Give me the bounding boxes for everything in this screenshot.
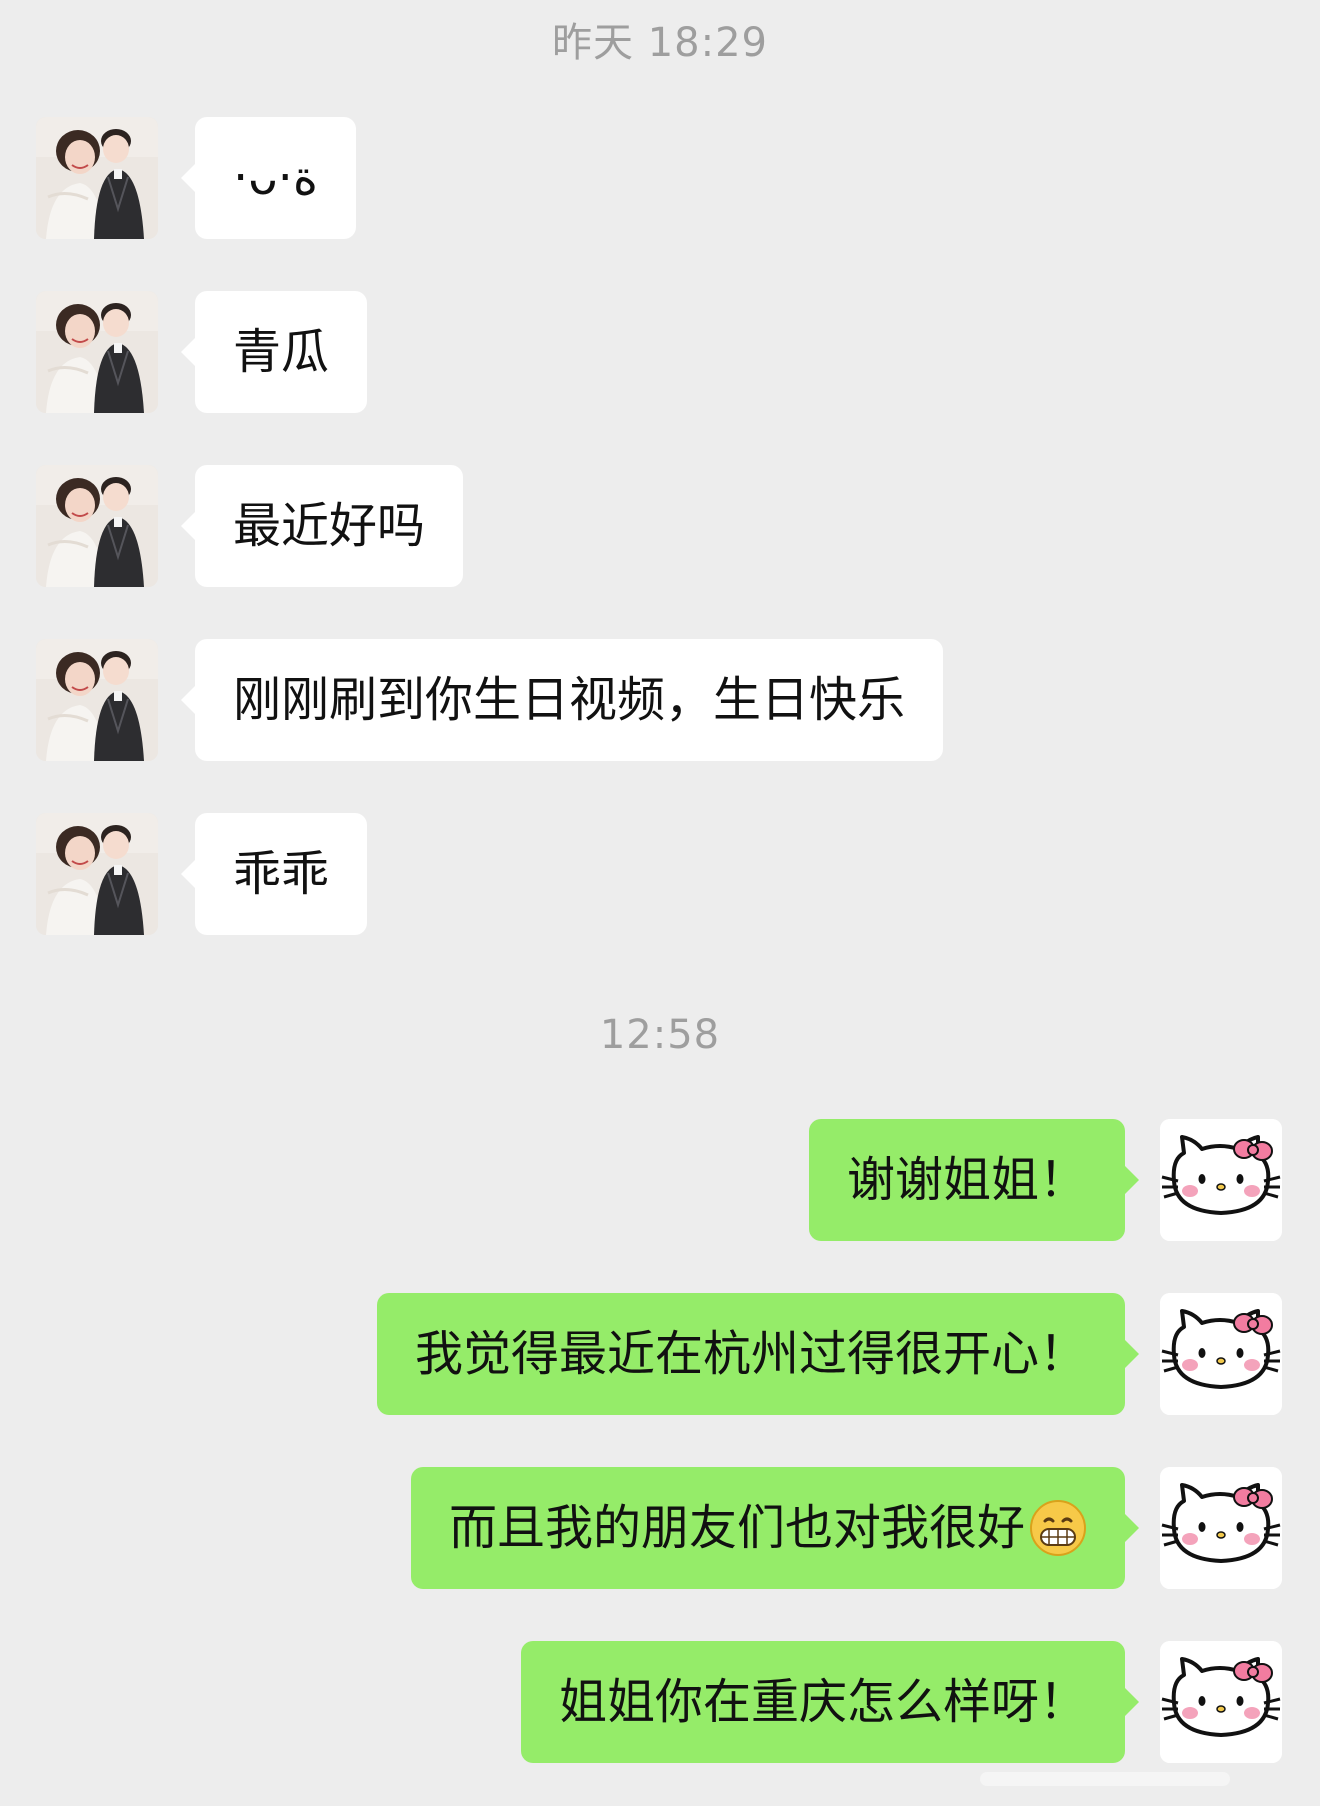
self-avatar[interactable] — [1160, 1641, 1282, 1763]
contact-avatar[interactable] — [36, 291, 158, 413]
photo-avatar-icon — [36, 639, 158, 761]
contact-avatar[interactable] — [36, 117, 158, 239]
incoming-message-bubble[interactable]: 最近好吗 — [180, 465, 464, 587]
photo-avatar-icon — [36, 465, 158, 587]
outgoing-message-text: 而且我的朋友们也对我很好 — [448, 1500, 1025, 1556]
photo-avatar-icon — [36, 117, 158, 239]
hello-kitty-avatar-icon — [1160, 1467, 1282, 1589]
photo-avatar-icon — [36, 291, 158, 413]
outgoing-message-bubble[interactable]: 我觉得最近在杭州过得很开心！ — [376, 1293, 1140, 1415]
message-row-incoming: 刚刚刷到你生日视频，生日快乐 — [0, 639, 1320, 762]
contact-avatar[interactable] — [36, 639, 158, 761]
scroll-indicator — [980, 1772, 1230, 1786]
outgoing-message-bubble[interactable]: 姐姐你在重庆怎么样呀！ — [520, 1641, 1140, 1763]
message-row-outgoing: 我觉得最近在杭州过得很开心！ — [0, 1293, 1320, 1416]
hello-kitty-avatar-icon — [1160, 1641, 1282, 1763]
outgoing-message-bubble[interactable]: 而且我的朋友们也对我很好 — [410, 1467, 1140, 1589]
incoming-message-bubble[interactable]: 青瓜 — [180, 291, 368, 413]
outgoing-message-bubble[interactable]: 谢谢姐姐！ — [808, 1119, 1140, 1241]
timestamp-today: 12:58 — [599, 1012, 721, 1058]
hello-kitty-avatar-icon — [1160, 1119, 1282, 1241]
message-row-incoming: ·ᴗ·ة — [0, 117, 1320, 240]
message-row-outgoing: 姐姐你在重庆怎么样呀！ — [0, 1641, 1320, 1764]
hello-kitty-avatar-icon — [1160, 1293, 1282, 1415]
message-row-outgoing: 谢谢姐姐！ — [0, 1119, 1320, 1242]
message-row-outgoing: 而且我的朋友们也对我很好 — [0, 1467, 1320, 1590]
grinning-face-emoji-icon — [1030, 1500, 1086, 1556]
photo-avatar-icon — [36, 813, 158, 935]
incoming-message-bubble[interactable]: 刚刚刷到你生日视频，生日快乐 — [180, 639, 944, 761]
message-row-incoming: 最近好吗 — [0, 465, 1320, 588]
self-avatar[interactable] — [1160, 1119, 1282, 1241]
contact-avatar[interactable] — [36, 813, 158, 935]
incoming-message-bubble[interactable]: 乖乖 — [180, 813, 368, 935]
timestamp-yesterday: 昨天 18:29 — [552, 20, 768, 66]
self-avatar[interactable] — [1160, 1467, 1282, 1589]
message-row-incoming: 乖乖 — [0, 813, 1320, 936]
self-avatar[interactable] — [1160, 1293, 1282, 1415]
contact-avatar[interactable] — [36, 465, 158, 587]
incoming-message-bubble[interactable]: ·ᴗ·ة — [180, 117, 357, 239]
message-row-incoming: 青瓜 — [0, 291, 1320, 414]
